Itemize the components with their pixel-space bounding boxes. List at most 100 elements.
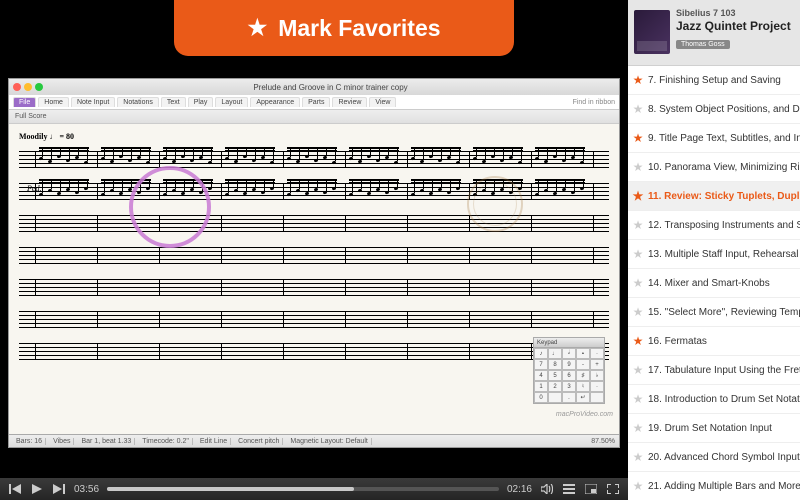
course-title: Jazz Quintet Project xyxy=(676,19,792,33)
status-layout: Magnetic Layout: Default xyxy=(287,438,371,445)
course-thumbnail xyxy=(634,10,670,54)
tab-review: Review xyxy=(332,97,367,107)
lesson-item[interactable]: ★8. System Object Positions, and Draggin… xyxy=(628,95,800,124)
watermark: macProVideo.com xyxy=(556,411,613,418)
course-series: Sibelius 7 103 xyxy=(676,8,792,18)
toc-button[interactable] xyxy=(562,483,576,495)
keypad-grid: ♪♩𝅗𝅥𝅝· 789-+ 456♯♭ 123♮· 0.↵ xyxy=(534,348,604,403)
lesson-label: 20. Advanced Chord Symbol Input - Part 1 xyxy=(648,452,800,463)
sidebar: Sibelius 7 103 Jazz Quintet Project Thom… xyxy=(628,0,800,500)
lesson-label: 12. Transposing Instruments and Slides xyxy=(648,220,800,231)
lesson-item[interactable]: ★11. Review: Sticky Tuplets, Duplicating… xyxy=(628,182,800,211)
status-timecode: Timecode: 0.2" xyxy=(139,438,193,445)
status-bar: Bars: 16 Vibes Bar 1, beat 1.33 Timecode… xyxy=(9,434,619,447)
lesson-label: 19. Drum Set Notation Input xyxy=(648,423,800,434)
lesson-item[interactable]: ★20. Advanced Chord Symbol Input - Part … xyxy=(628,443,800,472)
favorite-star-icon[interactable]: ★ xyxy=(628,305,648,319)
duration: 02:16 xyxy=(507,484,532,495)
status-pitch: Concert pitch xyxy=(235,438,283,445)
lesson-label: 10. Panorama View, Minimizing Ribbon, an xyxy=(648,162,800,173)
pip-button[interactable] xyxy=(584,483,598,495)
favorite-star-icon[interactable]: ★ xyxy=(628,450,648,464)
status-bars: Bars: 16 xyxy=(13,438,46,445)
staff-row xyxy=(19,337,609,365)
tab-home: Home xyxy=(38,97,69,107)
favorite-star-icon[interactable]: ★ xyxy=(628,247,648,261)
favorite-star-icon[interactable]: ★ xyxy=(628,73,648,87)
staff-row xyxy=(19,241,609,269)
lesson-item[interactable]: ★12. Transposing Instruments and Slides xyxy=(628,211,800,240)
lesson-item[interactable]: ★15. "Select More", Reviewing Tempo Text… xyxy=(628,298,800,327)
favorite-star-icon[interactable]: ★ xyxy=(628,276,648,290)
lesson-label: 16. Fermatas xyxy=(648,336,800,347)
status-editline: Edit Line xyxy=(197,438,231,445)
current-time: 03:56 xyxy=(74,484,99,495)
lesson-label: 7. Finishing Setup and Saving xyxy=(648,75,800,86)
course-author: Thomas Goss xyxy=(676,40,730,49)
favorite-star-icon[interactable]: ★ xyxy=(628,218,648,232)
volume-button[interactable] xyxy=(540,483,554,495)
course-header: Sibelius 7 103 Jazz Quintet Project Thom… xyxy=(628,0,800,66)
lesson-label: 21. Adding Multiple Bars and More Tempo xyxy=(648,481,800,492)
lesson-item[interactable]: ★14. Mixer and Smart-Knobs xyxy=(628,269,800,298)
staff-row xyxy=(19,273,609,301)
tab-layout: Layout xyxy=(215,97,248,107)
favorite-star-icon[interactable]: ★ xyxy=(628,334,648,348)
staff-row: // barlines & note groups drawn inline f… xyxy=(19,145,609,173)
progress-fill xyxy=(107,487,354,491)
maximize-icon xyxy=(35,83,43,91)
next-button[interactable] xyxy=(52,483,66,495)
progress-bar[interactable] xyxy=(107,487,499,491)
tab-notations: Notations xyxy=(117,97,159,107)
lesson-label: 13. Multiple Staff Input, Rehearsal Mark… xyxy=(648,249,800,260)
lesson-item[interactable]: ★9. Title Page Text, Subtitles, and Inst… xyxy=(628,124,800,153)
tab-appearance: Appearance xyxy=(250,97,300,107)
favorite-star-icon[interactable]: ★ xyxy=(628,131,648,145)
tab-file: File xyxy=(13,97,36,107)
minimize-icon xyxy=(24,83,32,91)
tab-view: View xyxy=(369,97,396,107)
full-score-label: Full Score xyxy=(15,113,47,120)
close-icon xyxy=(13,83,21,91)
keypad-title: Keypad xyxy=(534,338,604,348)
video-content: Prelude and Groove in C minor trainer co… xyxy=(0,0,628,478)
favorite-star-icon[interactable]: ★ xyxy=(628,479,648,493)
ribbon-tabs: File Home Note Input Notations Text Play… xyxy=(9,95,619,110)
lesson-item[interactable]: ★21. Adding Multiple Bars and More Tempo xyxy=(628,472,800,500)
favorite-star-icon[interactable]: ★ xyxy=(628,421,648,435)
lesson-item[interactable]: ★18. Introduction to Drum Set Notation xyxy=(628,385,800,414)
lesson-item[interactable]: ★13. Multiple Staff Input, Rehearsal Mar… xyxy=(628,240,800,269)
play-button[interactable] xyxy=(30,483,44,495)
lesson-label: 11. Review: Sticky Tuplets, Duplicating,… xyxy=(648,191,800,202)
lesson-item[interactable]: ★19. Drum Set Notation Input xyxy=(628,414,800,443)
lesson-label: 17. Tabulature Input Using the Fretboard… xyxy=(648,365,800,376)
fullscreen-button[interactable] xyxy=(606,483,620,495)
staff-system: // barlines & note groups drawn inline f… xyxy=(19,145,609,365)
tempo-marking: Moodily ♩ = 80 xyxy=(19,132,609,141)
favorite-star-icon[interactable]: ★ xyxy=(628,363,648,377)
status-instrument: Vibes xyxy=(50,438,74,445)
favorite-star-icon[interactable]: ★ xyxy=(628,189,648,203)
score-area: Moodily ♩ = 80 // barlines & note groups… xyxy=(9,124,619,434)
staff-row xyxy=(19,305,609,333)
sub-ribbon: Full Score xyxy=(9,110,619,124)
lesson-item[interactable]: ★16. Fermatas xyxy=(628,327,800,356)
lesson-label: 9. Title Page Text, Subtitles, and Instr… xyxy=(648,133,800,144)
favorites-banner: ★ Mark Favorites xyxy=(174,0,514,56)
favorite-star-icon[interactable]: ★ xyxy=(628,160,648,174)
lesson-item[interactable]: ★17. Tabulature Input Using the Fretboar… xyxy=(628,356,800,385)
tab-parts: Parts xyxy=(302,97,330,107)
lesson-list[interactable]: ★7. Finishing Setup and Saving★8. System… xyxy=(628,66,800,500)
tab-text: Text xyxy=(161,97,186,107)
window-chrome: Prelude and Groove in C minor trainer co… xyxy=(9,79,619,95)
lesson-item[interactable]: ★7. Finishing Setup and Saving xyxy=(628,66,800,95)
status-zoom: 87.50% xyxy=(591,438,615,445)
status-position: Bar 1, beat 1.33 xyxy=(78,438,135,445)
keypad-panel: Keypad ♪♩𝅗𝅥𝅝· 789-+ 456♯♭ 123♮· 0.↵ xyxy=(533,337,605,404)
prev-button[interactable] xyxy=(8,483,22,495)
find-in-ribbon: Find in ribbon xyxy=(573,99,615,106)
favorite-star-icon[interactable]: ★ xyxy=(628,102,648,116)
lesson-item[interactable]: ★10. Panorama View, Minimizing Ribbon, a… xyxy=(628,153,800,182)
favorite-star-icon[interactable]: ★ xyxy=(628,392,648,406)
tab-play: Play xyxy=(188,97,214,107)
